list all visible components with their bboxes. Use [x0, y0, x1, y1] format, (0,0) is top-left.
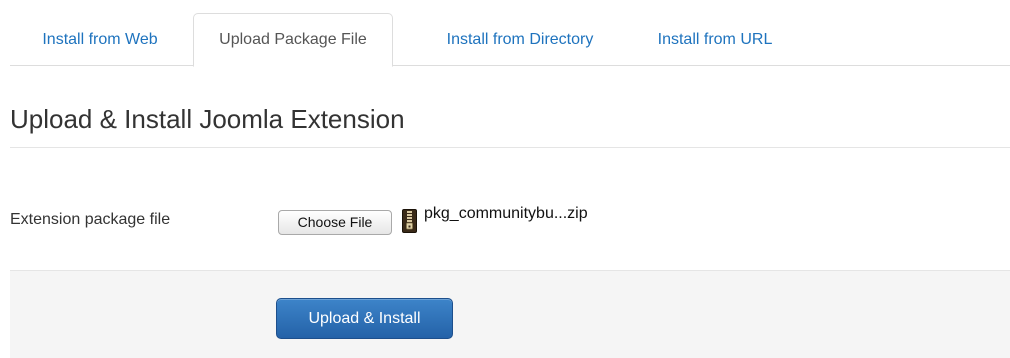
tab-upload-package-file[interactable]: Upload Package File: [193, 13, 393, 67]
choose-file-button[interactable]: Choose File: [278, 210, 392, 235]
tab-install-from-url[interactable]: Install from URL: [640, 13, 790, 66]
page-title: Upload & Install Joomla Extension: [10, 104, 405, 134]
upload-install-button[interactable]: Upload & Install: [276, 298, 453, 339]
zip-file-icon: [402, 209, 417, 233]
extension-package-file-label: Extension package file: [10, 211, 171, 228]
selected-file-name: pkg_communitybu...zip: [424, 205, 588, 222]
heading-divider: [10, 147, 1010, 148]
tab-install-from-web[interactable]: Install from Web: [10, 13, 190, 66]
form-actions: Upload & Install: [10, 270, 1010, 358]
tab-install-from-directory[interactable]: Install from Directory: [415, 13, 625, 66]
installer-tabs: Install from Web Upload Package File Ins…: [10, 0, 1010, 67]
